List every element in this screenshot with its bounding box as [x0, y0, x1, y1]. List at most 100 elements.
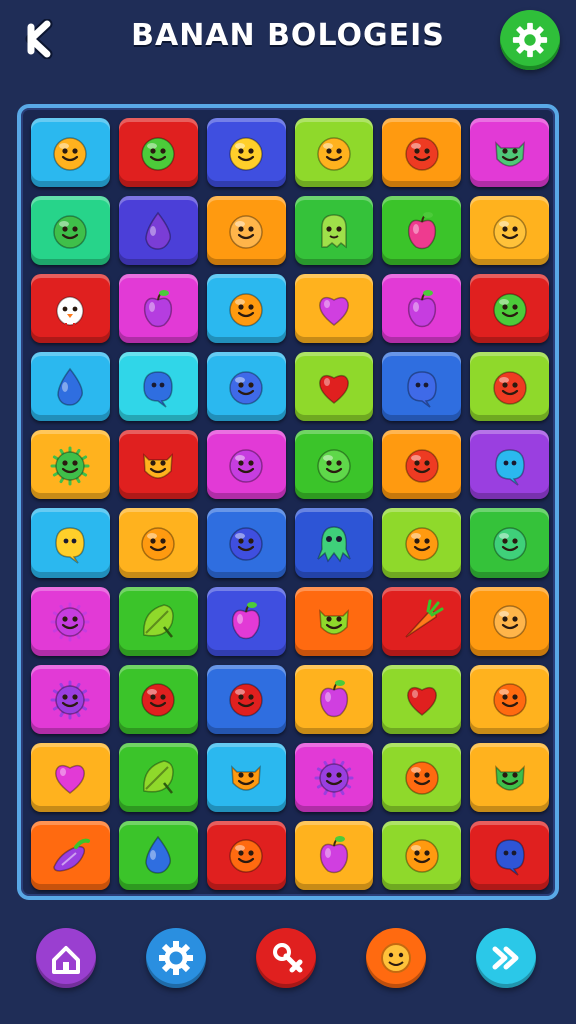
- game-tile[interactable]: [206, 586, 286, 656]
- game-tile[interactable]: [118, 274, 198, 344]
- character-button[interactable]: [366, 928, 426, 988]
- smile-icon: [404, 527, 439, 561]
- ghost-icon: [321, 213, 347, 249]
- game-tile[interactable]: [294, 118, 374, 188]
- game-tile[interactable]: [382, 508, 462, 578]
- game-tile[interactable]: [382, 742, 462, 812]
- game-tile[interactable]: [118, 196, 198, 266]
- game-tile[interactable]: [470, 742, 549, 812]
- game-tile[interactable]: [206, 274, 286, 344]
- virus-icon: [50, 602, 90, 642]
- game-tile[interactable]: [382, 352, 462, 422]
- game-tile[interactable]: [470, 274, 549, 344]
- game-tile[interactable]: [294, 430, 374, 500]
- apple-icon: [232, 602, 261, 640]
- game-tile[interactable]: [294, 820, 374, 890]
- game-tile[interactable]: [206, 664, 286, 734]
- game-tile[interactable]: [294, 274, 374, 344]
- game-tile[interactable]: [206, 430, 286, 500]
- game-tile[interactable]: [206, 352, 286, 422]
- game-tile[interactable]: [470, 820, 549, 890]
- smile-icon: [492, 292, 527, 327]
- game-tile[interactable]: [206, 118, 286, 188]
- game-tile[interactable]: [31, 118, 110, 188]
- smile-icon: [492, 605, 527, 639]
- game-tile[interactable]: [206, 508, 286, 578]
- game-tile[interactable]: [118, 820, 198, 890]
- game-tile[interactable]: [382, 820, 462, 890]
- game-tile[interactable]: [31, 352, 110, 422]
- octo-icon: [317, 526, 351, 563]
- game-tile[interactable]: [382, 586, 462, 656]
- eggplant-icon: [53, 839, 91, 873]
- game-tile[interactable]: [118, 742, 198, 812]
- game-tile[interactable]: [382, 430, 462, 500]
- game-tile[interactable]: [31, 586, 110, 656]
- game-tile[interactable]: [118, 352, 198, 422]
- smile-icon: [317, 449, 351, 483]
- game-tile[interactable]: [382, 274, 462, 344]
- game-tile[interactable]: [31, 820, 110, 890]
- options-button[interactable]: [146, 928, 206, 988]
- game-tile[interactable]: [294, 742, 374, 812]
- game-tile[interactable]: [382, 196, 462, 266]
- smile-icon: [229, 214, 263, 249]
- carrot-icon: [405, 599, 444, 638]
- game-tile[interactable]: [206, 820, 286, 890]
- home-button[interactable]: [36, 928, 96, 988]
- smile-icon: [404, 449, 439, 483]
- game-tile[interactable]: [31, 742, 110, 812]
- chick-icon: [56, 288, 85, 329]
- blob-icon: [494, 839, 525, 877]
- game-tile[interactable]: [118, 508, 198, 578]
- game-tile[interactable]: [470, 508, 549, 578]
- game-tile[interactable]: [382, 664, 462, 734]
- settings-button[interactable]: [500, 10, 560, 70]
- blob-icon: [143, 371, 173, 408]
- game-tile[interactable]: [118, 430, 198, 500]
- leaf-icon: [143, 604, 174, 638]
- game-tile[interactable]: [31, 430, 110, 500]
- heart-icon: [55, 765, 86, 795]
- fast-forward-button[interactable]: [476, 928, 536, 988]
- game-tile[interactable]: [118, 586, 198, 656]
- game-tile[interactable]: [118, 664, 198, 734]
- smile-icon: [141, 136, 175, 171]
- game-tile[interactable]: [31, 508, 110, 578]
- crossed-tool-icon: [273, 943, 303, 973]
- game-tile[interactable]: [470, 664, 549, 734]
- smile-icon: [229, 683, 263, 717]
- game-tile[interactable]: [206, 196, 286, 266]
- game-tile[interactable]: [470, 352, 549, 422]
- blob-icon: [55, 527, 86, 564]
- game-tile[interactable]: [294, 508, 374, 578]
- blob-icon: [406, 371, 437, 408]
- tile-grid: [31, 118, 549, 890]
- smile-icon: [492, 214, 527, 249]
- heart-icon: [406, 687, 437, 717]
- game-tile[interactable]: [294, 586, 374, 656]
- game-tile[interactable]: [31, 196, 110, 266]
- gear-icon: [159, 941, 193, 975]
- game-tile[interactable]: [31, 274, 110, 344]
- back-button[interactable]: [14, 14, 64, 64]
- smile-icon: [492, 683, 527, 717]
- game-tile[interactable]: [470, 586, 549, 656]
- heart-icon: [318, 374, 349, 404]
- hint-button[interactable]: [256, 928, 316, 988]
- apple-icon: [319, 836, 348, 874]
- game-tile[interactable]: [470, 430, 549, 500]
- top-bar: BANAN BOLOGEIS: [0, 0, 576, 90]
- game-tile[interactable]: [382, 118, 462, 188]
- drop-icon: [145, 211, 172, 250]
- game-tile[interactable]: [31, 664, 110, 734]
- game-tile[interactable]: [118, 118, 198, 188]
- smile-icon: [229, 292, 263, 327]
- game-tile[interactable]: [470, 196, 549, 266]
- game-tile[interactable]: [294, 352, 374, 422]
- game-tile[interactable]: [294, 196, 374, 266]
- game-tile[interactable]: [206, 742, 286, 812]
- game-tile[interactable]: [294, 664, 374, 734]
- monster-icon: [319, 609, 349, 635]
- game-tile[interactable]: [470, 118, 549, 188]
